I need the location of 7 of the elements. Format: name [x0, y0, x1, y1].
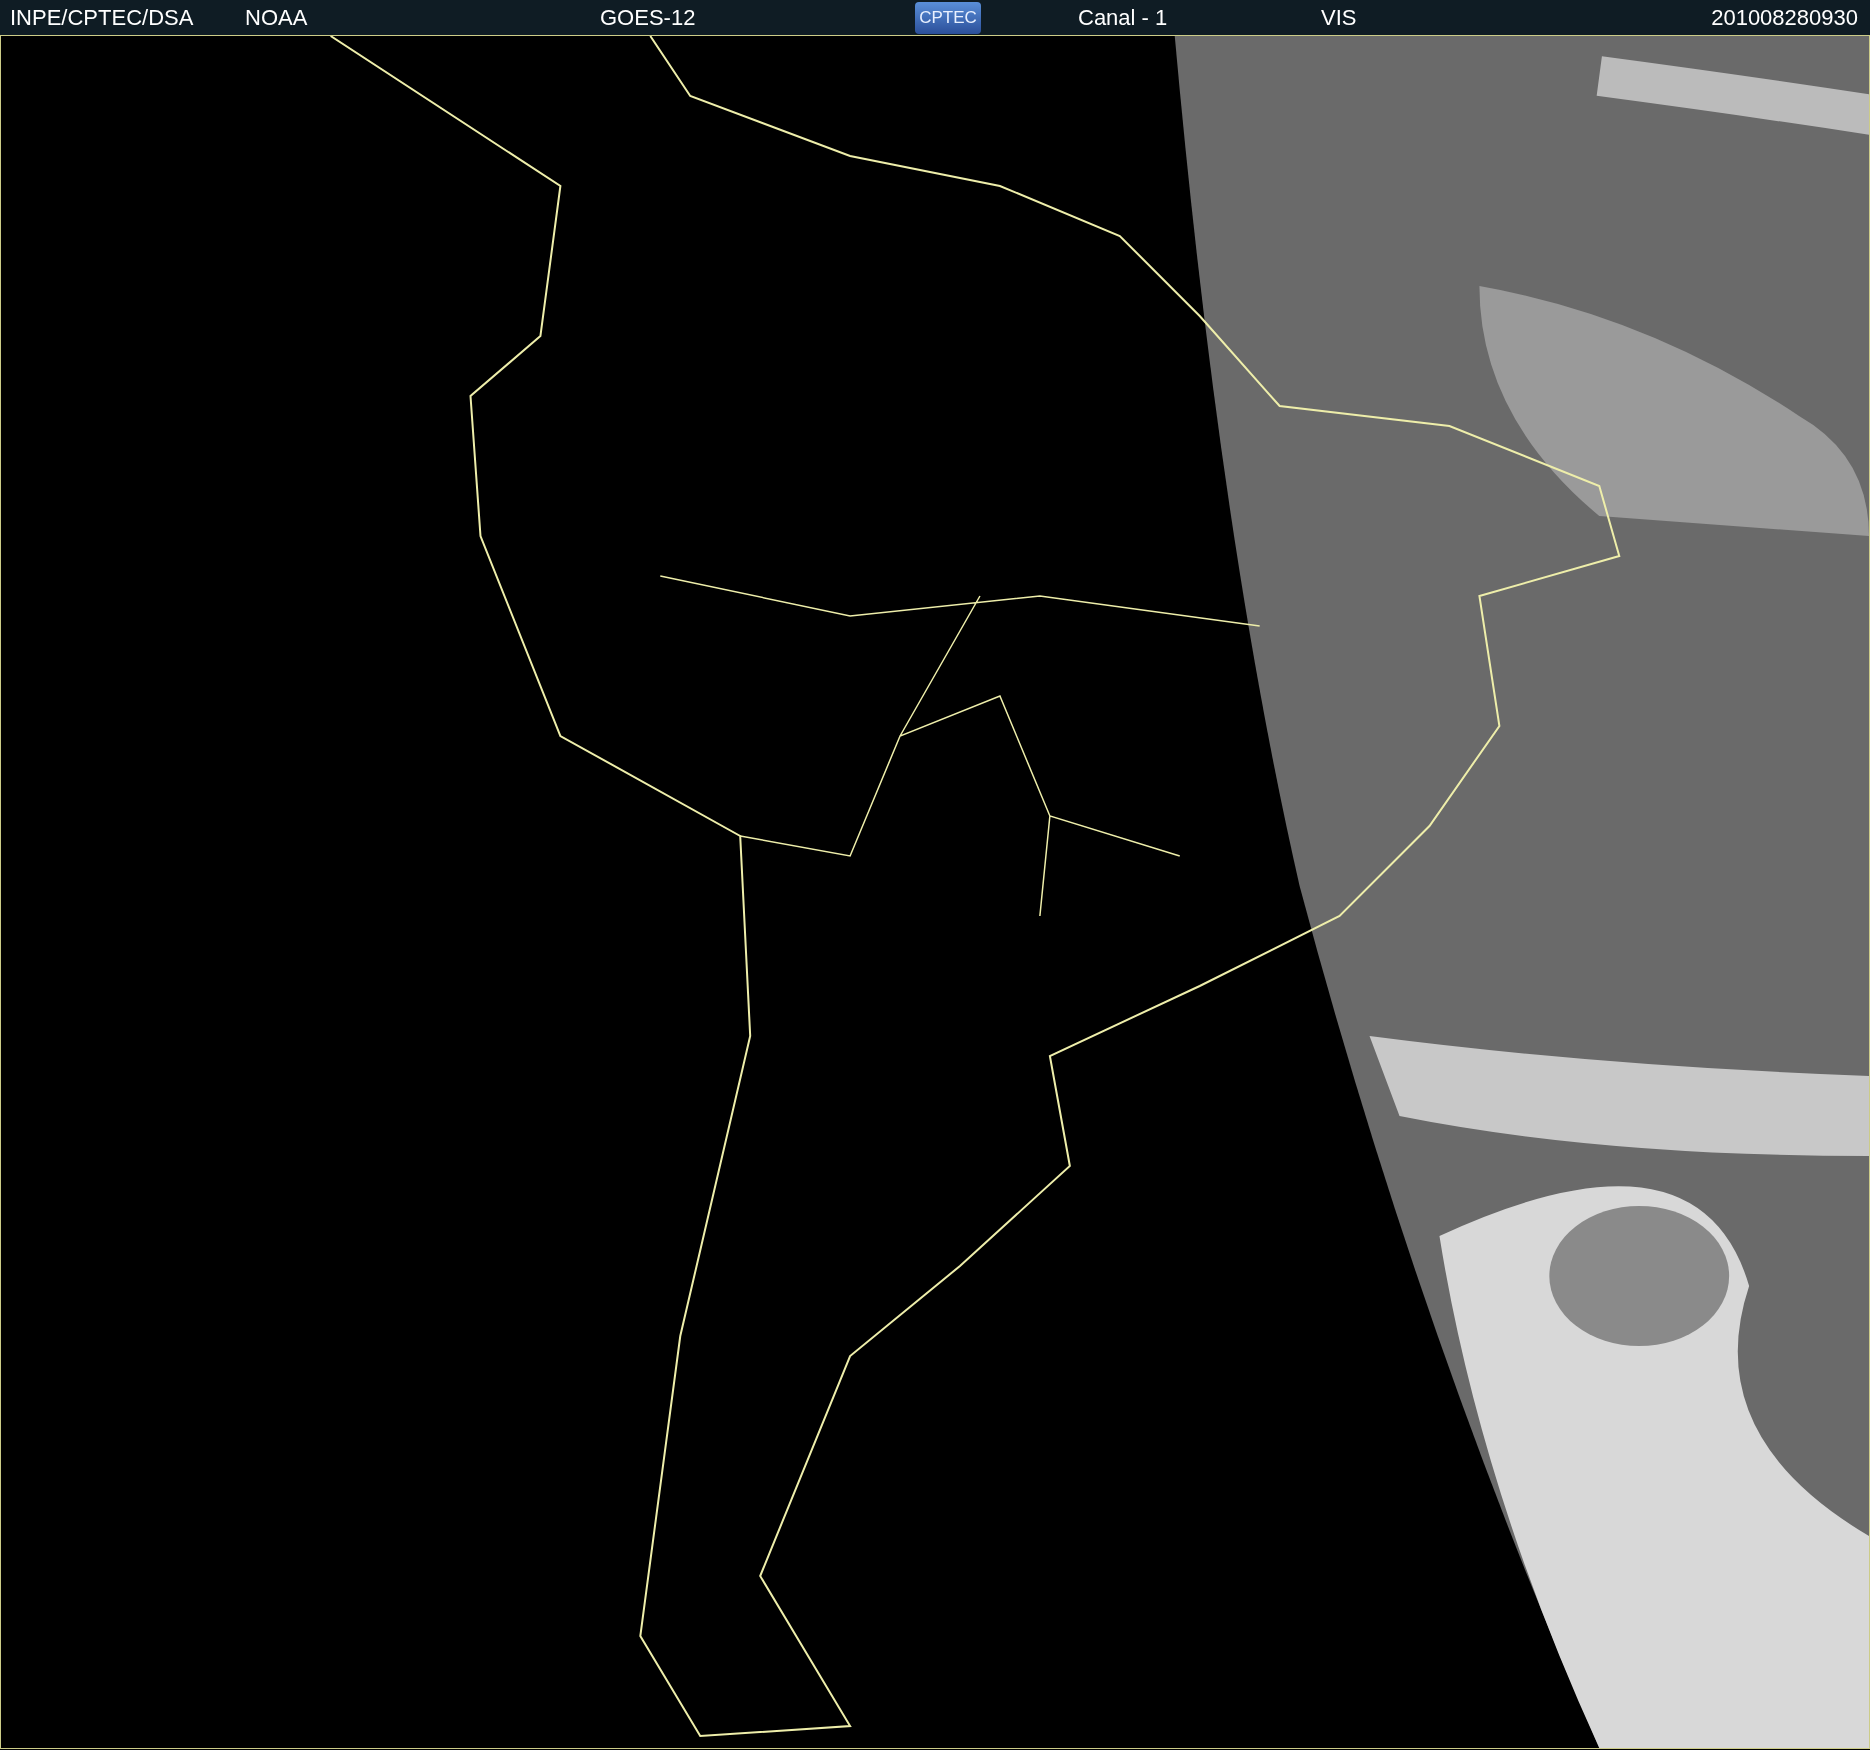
- logo: CPTEC: [915, 1, 981, 34]
- satellite-label: GOES-12: [600, 6, 697, 29]
- agency-label: NOAA: [245, 6, 309, 29]
- band-label: VIS: [1321, 6, 1358, 29]
- channel-label: Canal - 1: [1078, 6, 1169, 29]
- timestamp-label: 201008280930: [1711, 6, 1858, 29]
- source-label: INPE/CPTEC/DSA: [10, 6, 195, 29]
